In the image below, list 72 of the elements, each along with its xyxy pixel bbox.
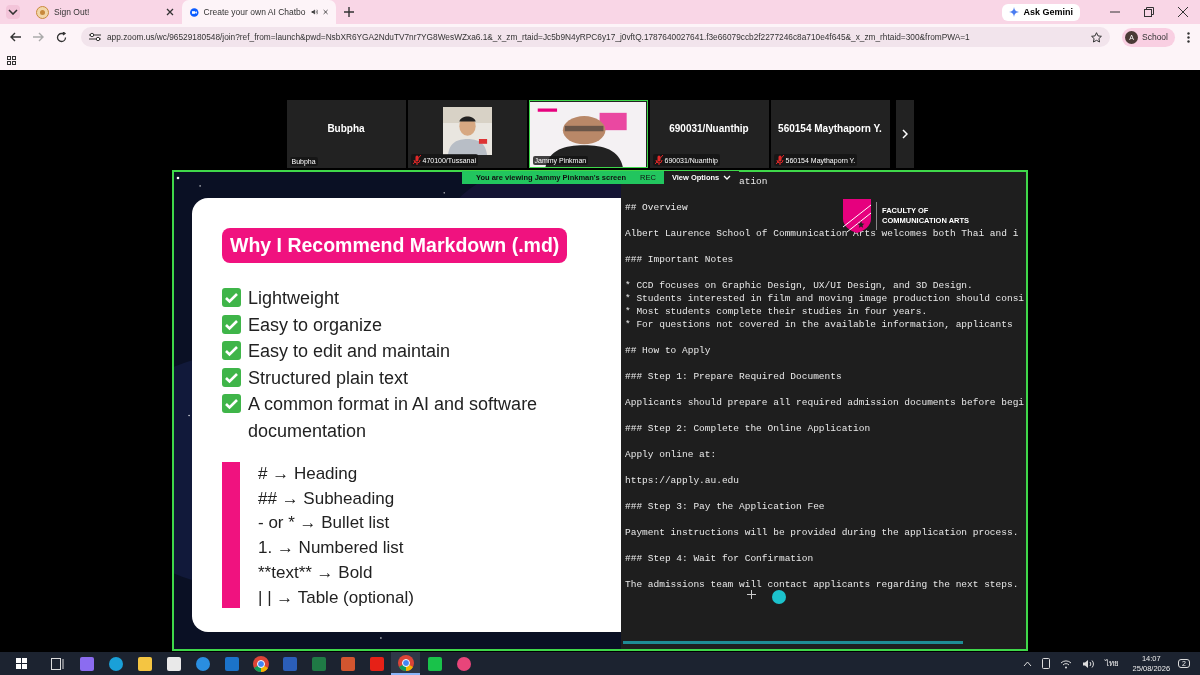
code-line: * Most students complete their studies in four years. — [625, 305, 928, 318]
taskbar-app-icon[interactable] — [391, 652, 420, 675]
windows-start-icon[interactable] — [16, 658, 27, 669]
click-highlight-icon — [772, 590, 786, 604]
language-indicator[interactable]: ไทย — [1104, 657, 1119, 670]
profile-name: School — [1142, 32, 1168, 42]
benefit-text: Easy to organize — [248, 313, 383, 337]
new-tab-icon[interactable] — [344, 7, 354, 17]
code-line: ### Step 2: Complete the Online Application — [625, 422, 871, 435]
back-arrow-icon[interactable] — [10, 32, 21, 42]
benefit-text: Structured plain text — [248, 366, 409, 390]
ask-gemini-button[interactable]: Ask Gemini — [1002, 3, 1080, 21]
tune-icon[interactable] — [89, 32, 101, 42]
url-text: app.zoom.us/wc/96529180548/join?ref_from=launch&pwd=NsbXR6YGA2NduTV7nr7YG8WesWZxa6.1&_x_zm_rtaid=Jc5b9N4yRPC6y17_j0vftQ.1787640027641.f3e66079ccb2f2277246c8a710e4f645&_x_zm_rhtaid=300&fromPWA=1 — [107, 32, 971, 42]
chevron-right-icon — [901, 129, 908, 139]
code-line: Payment instructions will be provided during the application process. — [625, 526, 1019, 539]
chevron-down-icon — [8, 9, 18, 15]
code-line: * Students interested in film and moving image production should consi — [625, 292, 1025, 305]
code-line: ation — [739, 175, 768, 188]
benefit-text: Easy to edit and maintain — [248, 340, 451, 363]
restore-icon[interactable] — [1144, 7, 1154, 17]
badge-icon — [36, 5, 49, 19]
syntax-line: - or * → Bullet list — [258, 512, 391, 535]
check-mark-icon — [222, 341, 241, 360]
volume-icon[interactable] — [1081, 658, 1094, 669]
close-icon[interactable] — [166, 8, 174, 16]
tab-title: Create your own AI Chatbo — [203, 7, 306, 17]
mouse-cursor-icon — [747, 590, 756, 599]
tab-list-button[interactable] — [6, 5, 20, 19]
code-line: The admissions team will contact applicants regarding the next steps. — [625, 578, 1019, 591]
check-mark-icon — [222, 288, 241, 307]
code-line: * For questions not covered in the available information, applicants — [625, 318, 1013, 331]
more-menu-icon[interactable] — [1187, 31, 1190, 43]
phone-icon[interactable] — [1041, 658, 1050, 669]
code-line: https://apply.au.edu — [625, 474, 740, 487]
star-icon[interactable] — [1091, 31, 1102, 43]
check-mark-icon — [222, 394, 241, 413]
syntax-line: **text** → Bold — [258, 561, 374, 584]
chevron-up-icon[interactable] — [1022, 660, 1032, 667]
code-line: Applicants should prepare all required admission documents before begi — [625, 396, 1025, 409]
slide-title: Why I Recommend Markdown (.md) — [222, 228, 568, 263]
benefit-text: Lightweight — [248, 287, 340, 310]
code-line: ### Step 4: Wait for Confirmation — [625, 552, 814, 565]
close-icon[interactable] — [322, 8, 328, 16]
syntax-line: # → Heading — [258, 463, 359, 485]
address-bar[interactable]: app.zoom.us/wc/96529180548/join?ref_from=launch&pwd=NsbXR6YGA2NduTV7nr7YG8WesWZxa6.1&_x_zm_rtaid=Jc5b9N4yRPC6y17_j0vftQ.1787640027641.f3e66079ccb2f2277246c8a710e4f645&_x_zm_rhtaid=300&fromPWA=1 — [81, 27, 1110, 47]
code-line: ### Important Notes — [625, 253, 734, 266]
code-line: ### Step 3: Pay the Application Fee — [625, 500, 825, 513]
browser-tab[interactable]: Sign Out! — [28, 0, 182, 24]
code-line: ## How to Apply — [625, 344, 711, 357]
chevron-down-icon — [723, 175, 732, 180]
reload-icon[interactable] — [56, 31, 67, 43]
sparkle-icon — [1009, 7, 1020, 17]
benefit-text: A common format in AI and software documentation — [248, 393, 539, 443]
syntax-line: | | → Table (optional) — [258, 586, 414, 609]
close-icon[interactable] — [1178, 7, 1188, 17]
syntax-line: 1. → Numbered list — [258, 537, 405, 560]
code-line: ## Overview — [625, 201, 688, 214]
apps-grid-icon[interactable] — [7, 55, 16, 65]
browser-tab[interactable]: Create your own AI Chatbo — [182, 0, 336, 24]
code-line: * CCD focuses on Graphic Design, UX/UI Design, and 3D Design. — [625, 279, 973, 292]
participant-name: Bubpha — [327, 122, 365, 134]
code-line: ### Step 1: Prepare Required Documents — [625, 370, 842, 383]
tab-title: Sign Out! — [54, 7, 91, 17]
participant-name: 690031/Nuanthip — [669, 122, 749, 134]
wifi-icon[interactable] — [1059, 658, 1072, 669]
video-camera-icon — [190, 5, 199, 19]
check-mark-icon — [222, 367, 241, 387]
code-line: Apply online at: — [625, 448, 717, 461]
check-mark-icon — [222, 314, 241, 334]
syntax-line: ## → Subheading — [258, 487, 396, 510]
participant-name: 560154 Maythaporn Y. — [778, 122, 882, 134]
